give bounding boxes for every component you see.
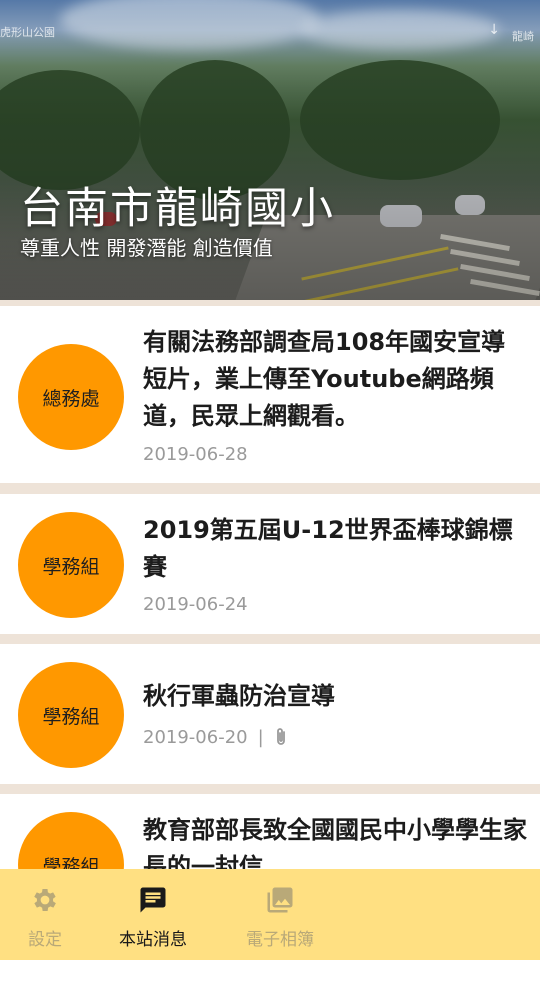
paperclip-icon[interactable] xyxy=(274,726,288,748)
nav-settings[interactable]: 設定 xyxy=(10,869,80,960)
nav-label: 本站消息 xyxy=(119,930,187,950)
news-title: 2019第五屆U-12世界盃棒球錦標賽 xyxy=(143,516,513,581)
news-title: 有關法務部調查局108年國安宣導短片，業上傳至Youtube網路頻道，民眾上網觀… xyxy=(143,328,506,430)
news-item[interactable]: 總務處 有關法務部調查局108年國安宣導短片，業上傳至Youtube網路頻道，民… xyxy=(0,306,540,483)
photo-album-icon xyxy=(265,885,295,915)
gear-icon xyxy=(30,885,60,915)
news-meta: 2019-06-20 | xyxy=(143,726,288,748)
department-badge: 學務組 xyxy=(18,512,124,618)
meta-separator: | xyxy=(257,726,264,748)
photo-watermark-left: 虎形山公園 xyxy=(0,26,55,39)
nav-label: 電子相簿 xyxy=(246,930,314,950)
school-title: 台南市龍崎國小 xyxy=(20,184,335,234)
nav-news[interactable]: 本站消息 xyxy=(103,869,203,960)
school-motto: 尊重人性 開發潛能 創造價值 xyxy=(20,236,273,260)
nav-label: 設定 xyxy=(28,930,62,950)
department-badge: 學務組 xyxy=(18,662,124,768)
news-meta: 2019-06-24 xyxy=(143,594,248,615)
news-meta: 2019-06-28 xyxy=(143,444,248,465)
bottom-navigation: 設定 本站消息 電子相簿 xyxy=(0,869,540,960)
arrow-down-icon: ↓ xyxy=(488,22,500,38)
department-badge: 總務處 xyxy=(18,344,124,450)
news-item[interactable]: 學務組 秋行軍蟲防治宣導 2019-06-20 | xyxy=(0,644,540,784)
news-date: 2019-06-28 xyxy=(143,444,248,465)
nav-photo-album[interactable]: 電子相簿 xyxy=(230,869,330,960)
news-title: 秋行軍蟲防治宣導 xyxy=(143,682,335,710)
header-banner: 虎形山公園 ↓ 龍崎 台南市龍崎國小 尊重人性 開發潛能 創造價值 xyxy=(0,0,540,300)
news-item[interactable]: 學務組 2019第五屆U-12世界盃棒球錦標賽 2019-06-24 xyxy=(0,494,540,634)
message-icon xyxy=(138,885,168,915)
photo-watermark-right: 龍崎 xyxy=(512,30,534,43)
news-date: 2019-06-20 xyxy=(143,726,248,748)
news-date: 2019-06-24 xyxy=(143,594,248,615)
